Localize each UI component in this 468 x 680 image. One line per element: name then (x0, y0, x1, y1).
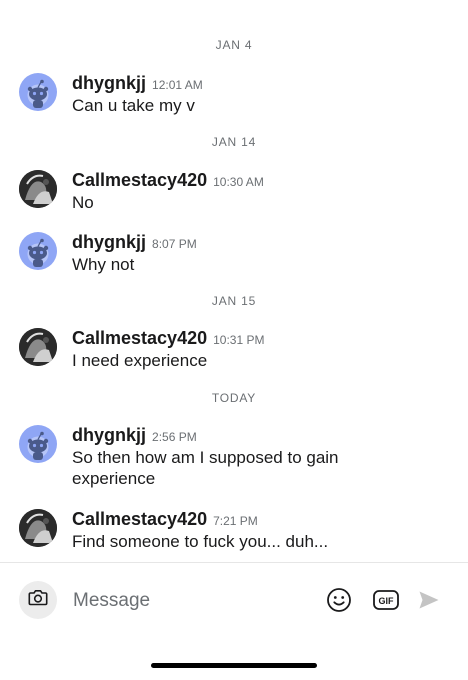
username[interactable]: dhygnkjj (72, 425, 146, 445)
gif-button[interactable]: GIF (373, 590, 399, 610)
username[interactable]: Callmestacy420 (72, 170, 207, 190)
send-button[interactable] (418, 590, 440, 615)
message-text: No (72, 193, 94, 212)
photo-avatar[interactable] (19, 328, 57, 366)
username[interactable]: dhygnkjj (72, 73, 146, 93)
username[interactable]: Callmestacy420 (72, 509, 207, 529)
date-separator: TODAY (211, 391, 257, 405)
message-text: So then how am I supposed to gain experi… (72, 448, 339, 488)
camera-icon (28, 589, 48, 611)
emoji-button[interactable] (326, 587, 352, 618)
message-text: Why not (72, 255, 135, 274)
timestamp: 7:21 PM (213, 514, 258, 528)
username[interactable]: dhygnkjj (72, 232, 146, 252)
date-separator: JAN 14 (211, 135, 257, 149)
home-indicator[interactable] (151, 663, 317, 668)
emoji-icon (326, 587, 352, 618)
message-text: Find someone to fuck you... duh... (72, 532, 329, 551)
gif-label: GIF (379, 596, 395, 606)
timestamp: 12:01 AM (152, 78, 203, 92)
username[interactable]: Callmestacy420 (72, 328, 207, 348)
camera-button[interactable] (19, 581, 57, 619)
snoo-avatar[interactable] (19, 73, 57, 111)
photo-avatar[interactable] (19, 170, 57, 208)
snoo-avatar[interactable] (19, 232, 57, 270)
photo-avatar[interactable] (19, 509, 57, 547)
gif-icon: GIF (373, 590, 399, 610)
timestamp: 8:07 PM (152, 237, 197, 251)
message-text: I need experience (72, 351, 208, 370)
snoo-avatar[interactable] (19, 425, 57, 463)
message-input[interactable] (73, 588, 303, 614)
send-icon (418, 590, 440, 615)
date-separator: JAN 4 (215, 38, 253, 52)
message-text: Can u take my v (72, 96, 195, 115)
timestamp: 10:31 PM (213, 333, 265, 347)
message-composer: GIF (0, 563, 468, 638)
date-separator: JAN 15 (211, 294, 257, 308)
timestamp: 10:30 AM (213, 175, 264, 189)
timestamp: 2:56 PM (152, 430, 197, 444)
